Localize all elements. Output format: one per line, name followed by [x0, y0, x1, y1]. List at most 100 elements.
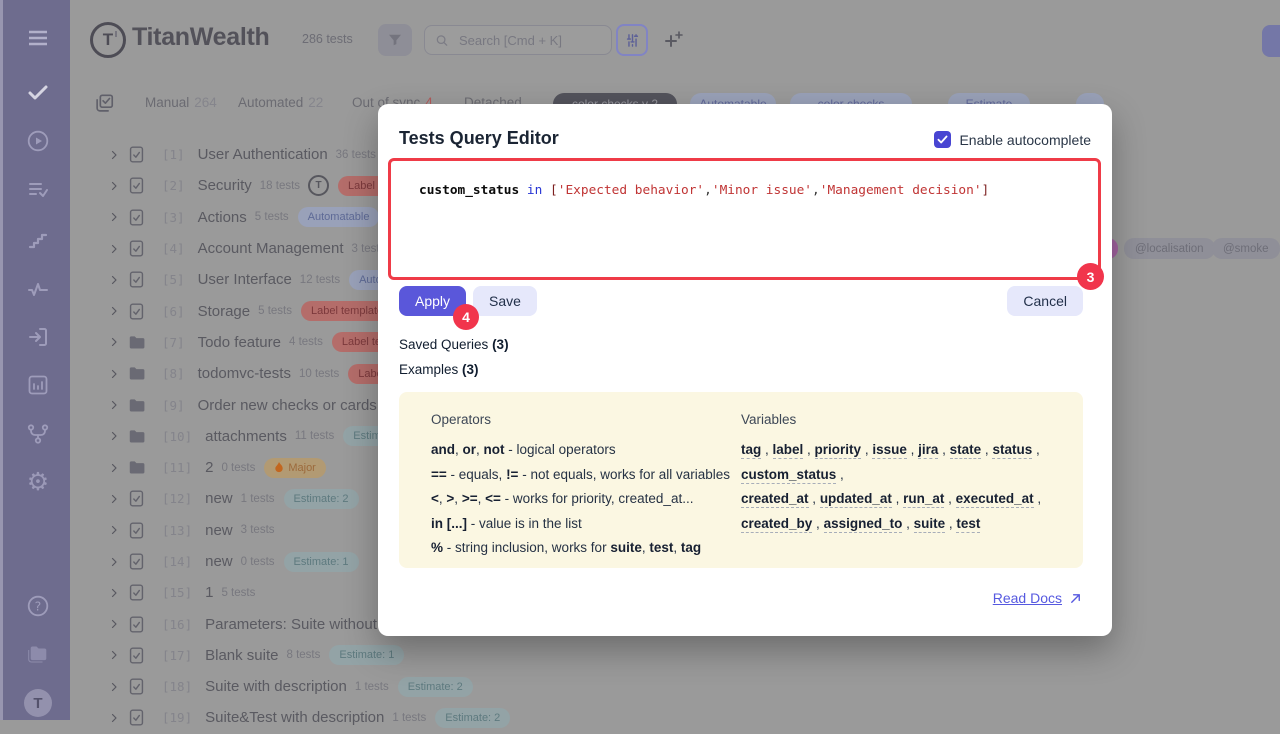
chevron-right-icon[interactable] [108, 493, 120, 505]
suite-title[interactable]: Order new checks or cards [198, 397, 377, 414]
chevron-right-icon[interactable] [108, 211, 120, 223]
filter-button[interactable] [378, 24, 412, 56]
tab-automated[interactable]: Automated22 [238, 95, 323, 110]
variable-token: created_at [741, 491, 809, 508]
suite-title[interactable]: Blank suite [205, 647, 278, 664]
chevron-right-icon[interactable] [108, 399, 120, 411]
suite-title[interactable]: new [205, 553, 233, 570]
suite-title[interactable]: User Interface [198, 271, 292, 288]
chevron-right-icon[interactable] [108, 649, 120, 661]
flame-icon [274, 462, 284, 474]
sidebar: ⚙ ? T [0, 0, 70, 720]
external-link-arrow-icon [1068, 591, 1083, 606]
suite-row[interactable]: [17]Blank suite8 testsEstimate: 1 [90, 640, 1090, 671]
suite-title[interactable]: 1 [205, 584, 213, 601]
suite-number: [5] [162, 272, 185, 287]
suite-number: [13] [162, 523, 192, 538]
step-3-badge: 3 [1077, 263, 1104, 290]
search-box[interactable] [424, 25, 612, 55]
suite-row[interactable]: [18]Suite with description1 testsEstimat… [90, 671, 1090, 702]
menu-icon[interactable] [26, 26, 50, 50]
suite-title[interactable]: Security [198, 177, 252, 194]
search-input[interactable] [457, 32, 601, 49]
chevron-right-icon[interactable] [108, 430, 120, 442]
chevron-right-icon[interactable] [108, 462, 120, 474]
sidebar-logo-icon[interactable]: T [24, 689, 52, 717]
operators-heading: Operators [431, 408, 741, 432]
chevron-right-icon[interactable] [108, 368, 120, 380]
query-text[interactable]: custom_status in ['Expected behavior','M… [391, 161, 1098, 198]
help-line: % - string inclusion, works for suite, t… [431, 536, 741, 561]
suite-title[interactable]: 2 [205, 459, 213, 476]
suite-number: [8] [162, 366, 185, 381]
suite-title[interactable]: new [205, 490, 233, 507]
runs-play-icon[interactable] [26, 129, 50, 153]
import-icon[interactable] [26, 325, 50, 349]
help-icon[interactable]: ? [26, 594, 50, 618]
suite-title[interactable]: Suite&Test with description [205, 709, 384, 726]
chevron-right-icon[interactable] [108, 305, 120, 317]
autocomplete-toggle[interactable]: Enable autocomplete [934, 131, 1091, 148]
suite-title[interactable]: attachments [205, 428, 287, 445]
autocomplete-label: Enable autocomplete [959, 132, 1091, 148]
tag-pill[interactable]: @localisation [1124, 238, 1215, 259]
query-help-box: Operators and, or, not - logical operato… [399, 392, 1083, 568]
chevron-right-icon[interactable] [108, 149, 120, 161]
suite-title[interactable]: Parameters: Suite without [205, 616, 377, 633]
add-icon[interactable] [662, 28, 686, 52]
chevron-right-icon[interactable] [108, 556, 120, 568]
variable-token: updated_at [820, 491, 892, 508]
suite-doc-icon [127, 521, 146, 540]
pulse-icon[interactable] [26, 277, 50, 301]
query-editor[interactable]: custom_status in ['Expected behavior','M… [388, 158, 1101, 280]
projects-icon[interactable] [26, 642, 50, 666]
suite-title[interactable]: todomvc-tests [198, 365, 291, 382]
saved-queries-link[interactable]: Saved Queries (3) [399, 337, 509, 352]
chevron-right-icon[interactable] [108, 336, 120, 348]
chevron-right-icon[interactable] [108, 587, 120, 599]
branch-icon[interactable] [26, 422, 50, 446]
analytics-chart-icon[interactable] [26, 373, 50, 397]
tag-pill[interactable]: @smoke [1212, 238, 1280, 259]
variable-token: status [992, 442, 1032, 459]
plans-list-check-icon[interactable] [26, 177, 50, 201]
suite-badge: Estimate: 2 [284, 489, 359, 509]
chevron-right-icon[interactable] [108, 274, 120, 286]
chevron-right-icon[interactable] [108, 681, 120, 693]
suite-title[interactable]: new [205, 522, 233, 539]
suite-title[interactable]: Todo feature [198, 334, 281, 351]
suite-badge: Estimate: 2 [435, 708, 510, 728]
chevron-right-icon[interactable] [108, 618, 120, 630]
suite-tests-count: 5 tests [221, 587, 255, 599]
tab-manual[interactable]: Manual264 [145, 95, 217, 110]
chevron-right-icon[interactable] [108, 524, 120, 536]
select-all-icon[interactable] [93, 93, 115, 115]
suite-tests-count: 3 tests [241, 524, 275, 536]
chevron-right-icon[interactable] [108, 180, 120, 192]
help-line: created_by , assigned_to , suite , test [741, 512, 1041, 537]
cancel-button[interactable]: Cancel [1007, 286, 1083, 316]
read-docs-link[interactable]: Read Docs [993, 590, 1083, 606]
variable-token: run_at [903, 491, 944, 508]
suite-row[interactable]: [19]Suite&Test with description1 testsEs… [90, 702, 1090, 733]
suite-title[interactable]: Actions [198, 209, 247, 226]
suite-title[interactable]: User Authentication [198, 146, 328, 163]
sliders-button[interactable] [616, 24, 648, 56]
save-button[interactable]: Save [473, 286, 537, 316]
suite-tests-count: 5 tests [258, 305, 292, 317]
suite-doc-icon [127, 176, 146, 195]
tests-check-icon[interactable] [26, 80, 50, 104]
examples-link[interactable]: Examples (3) [399, 362, 479, 377]
suite-tests-count: 1 tests [355, 681, 389, 693]
suite-number: [2] [162, 178, 185, 193]
checkbox-checked-icon[interactable] [934, 131, 951, 148]
suite-title[interactable]: Suite with description [205, 678, 347, 695]
settings-gear-icon[interactable]: ⚙ [26, 470, 50, 494]
search-icon [435, 33, 449, 48]
suite-tests-count: 0 tests [221, 462, 255, 474]
suite-title[interactable]: Storage [198, 303, 251, 320]
chevron-right-icon[interactable] [108, 712, 120, 724]
variable-token: tag [741, 442, 761, 459]
variables-heading: Variables [741, 408, 1041, 432]
user-avatar[interactable] [1262, 25, 1280, 57]
